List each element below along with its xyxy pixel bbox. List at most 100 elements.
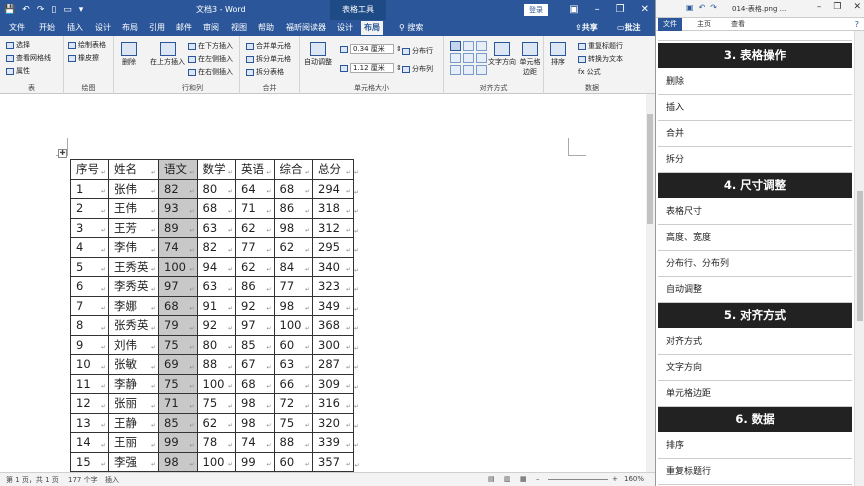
table-move-handle-icon[interactable]: ✚ bbox=[58, 149, 67, 158]
help-icon[interactable]: ? bbox=[855, 18, 859, 31]
table-cell[interactable]: 92 bbox=[235, 295, 275, 316]
scrollbar-thumb[interactable] bbox=[647, 114, 653, 224]
table-cell[interactable]: 64 bbox=[235, 178, 275, 199]
table-cell[interactable]: 340 bbox=[312, 256, 354, 277]
table-cell[interactable]: 100 bbox=[273, 315, 313, 336]
table-cell[interactable]: 李娜 bbox=[108, 295, 159, 316]
table-header-cell[interactable]: 数学 bbox=[196, 159, 236, 180]
table-cell[interactable]: 93 bbox=[158, 198, 198, 219]
table-cell[interactable]: 98 bbox=[235, 412, 275, 433]
table-cell[interactable]: 15 bbox=[70, 451, 109, 472]
tab-insert[interactable]: 插入 bbox=[64, 21, 86, 35]
undo-icon[interactable]: ↶ bbox=[22, 2, 30, 18]
zoom-in-icon[interactable]: + bbox=[612, 475, 618, 483]
distribute-rows-button[interactable]: 分布行 bbox=[402, 46, 433, 56]
restore-icon[interactable]: ❐ bbox=[616, 1, 625, 19]
table-header-cell[interactable]: 姓名 bbox=[108, 159, 159, 180]
tab-view[interactable]: 视图 bbox=[228, 21, 250, 35]
minimize-icon[interactable]: – bbox=[817, 2, 822, 12]
table-cell[interactable]: 67 bbox=[235, 354, 275, 375]
minimize-icon[interactable]: – bbox=[595, 1, 600, 19]
table-cell[interactable]: 349 bbox=[312, 295, 354, 316]
undo-icon[interactable]: ↶ bbox=[699, 3, 706, 12]
viewer-scrollbar-thumb[interactable] bbox=[857, 191, 863, 321]
login-button[interactable]: 登录 bbox=[524, 4, 548, 16]
align-top-left-icon[interactable] bbox=[450, 41, 461, 51]
table-cell[interactable]: 72 bbox=[273, 393, 313, 414]
table-header-cell[interactable]: 序号 bbox=[70, 159, 109, 180]
table-cell[interactable]: 张丽 bbox=[108, 393, 159, 414]
viewer-tab-home[interactable]: 主页 bbox=[692, 18, 716, 31]
tab-table-design[interactable]: 设计 bbox=[334, 21, 356, 35]
table-cell[interactable]: 张敏 bbox=[108, 354, 159, 375]
align-bottom-left-icon[interactable] bbox=[450, 65, 461, 75]
page-count[interactable]: 第 1 页，共 1 页 bbox=[6, 475, 59, 485]
table-cell[interactable]: 85 bbox=[158, 412, 198, 433]
viewer-tab-view[interactable]: 查看 bbox=[726, 18, 750, 31]
autofit-button[interactable]: 自动调整 bbox=[304, 42, 332, 67]
print-layout-icon[interactable]: ▦ bbox=[520, 475, 527, 483]
table-cell[interactable]: 7 bbox=[70, 295, 109, 316]
tab-help[interactable]: 帮助 bbox=[255, 21, 277, 35]
table-cell[interactable]: 357 bbox=[312, 451, 354, 472]
delete-button[interactable]: 删除 bbox=[121, 42, 137, 67]
open-icon[interactable]: ▭ bbox=[63, 2, 72, 18]
table-cell[interactable]: 8 bbox=[70, 315, 109, 336]
table-cell[interactable]: 王静 bbox=[108, 412, 159, 433]
focus-mode-icon[interactable]: ▤ bbox=[488, 475, 495, 483]
table-cell[interactable]: 86 bbox=[235, 276, 275, 297]
formula-button[interactable]: fx 公式 bbox=[578, 67, 601, 77]
table-cell[interactable]: 82 bbox=[158, 178, 198, 199]
table-cell[interactable]: 294 bbox=[312, 178, 354, 199]
table-cell[interactable]: 100 bbox=[196, 451, 236, 472]
table-header-cell[interactable]: 总分 bbox=[312, 159, 354, 180]
table-cell[interactable]: 300 bbox=[312, 334, 354, 355]
table-cell[interactable]: 97 bbox=[235, 315, 275, 336]
insert-above-button[interactable]: 在上方插入 bbox=[150, 42, 185, 67]
table-cell[interactable]: 318 bbox=[312, 198, 354, 219]
text-direction-button[interactable]: 文字方向 bbox=[488, 42, 516, 67]
save-icon[interactable]: 💾 bbox=[4, 2, 15, 18]
table-cell[interactable]: 14 bbox=[70, 432, 109, 453]
table-cell[interactable]: 77 bbox=[235, 237, 275, 258]
table-cell[interactable]: 李强 bbox=[108, 451, 159, 472]
table-cell[interactable]: 王丽 bbox=[108, 432, 159, 453]
table-cell[interactable]: 4 bbox=[70, 237, 109, 258]
table-cell[interactable]: 3 bbox=[70, 217, 109, 238]
table-cell[interactable]: 13 bbox=[70, 412, 109, 433]
table-cell[interactable]: 75 bbox=[273, 412, 313, 433]
tab-layout[interactable]: 布局 bbox=[119, 21, 141, 35]
table-cell[interactable]: 11 bbox=[70, 373, 109, 394]
align-middle-right-icon[interactable] bbox=[476, 53, 487, 63]
share-button[interactable]: ⇪共享 bbox=[575, 21, 598, 35]
vertical-scrollbar[interactable] bbox=[646, 94, 655, 472]
table-cell[interactable]: 68 bbox=[273, 178, 313, 199]
save-icon[interactable]: ▣ bbox=[686, 3, 694, 12]
align-bottom-right-icon[interactable] bbox=[476, 65, 487, 75]
comments-button[interactable]: ▭批注 bbox=[617, 21, 641, 35]
table-cell[interactable]: 62 bbox=[196, 412, 236, 433]
gridlines-button[interactable]: 查看网格线 bbox=[6, 53, 51, 63]
table-cell[interactable]: 68 bbox=[196, 198, 236, 219]
table-cell[interactable]: 71 bbox=[235, 198, 275, 219]
redo-icon[interactable]: ↷ bbox=[37, 2, 45, 18]
table-cell[interactable]: 368 bbox=[312, 315, 354, 336]
table-cell[interactable]: 85 bbox=[235, 334, 275, 355]
table-cell[interactable]: 98 bbox=[273, 295, 313, 316]
draw-table-button[interactable]: 绘制表格 bbox=[68, 40, 106, 50]
table-cell[interactable]: 68 bbox=[158, 295, 198, 316]
table-cell[interactable]: 295 bbox=[312, 237, 354, 258]
table-cell[interactable]: 62 bbox=[235, 256, 275, 277]
search-tab[interactable]: ⚲ 搜索 bbox=[396, 21, 426, 35]
insert-right-button[interactable]: 在右侧插入 bbox=[188, 67, 233, 77]
table-cell[interactable]: 94 bbox=[196, 256, 236, 277]
table-cell[interactable]: 10 bbox=[70, 354, 109, 375]
cell-margins-button[interactable]: 单元格边距 bbox=[518, 42, 542, 77]
new-doc-icon[interactable]: ▯ bbox=[51, 2, 56, 18]
word-count[interactable]: 177 个字 bbox=[68, 475, 98, 485]
table-cell[interactable]: 60 bbox=[273, 451, 313, 472]
insert-left-button[interactable]: 在左侧插入 bbox=[188, 54, 233, 64]
table-cell[interactable]: 80 bbox=[196, 178, 236, 199]
table-cell[interactable]: 75 bbox=[196, 393, 236, 414]
table-cell[interactable]: 88 bbox=[196, 354, 236, 375]
